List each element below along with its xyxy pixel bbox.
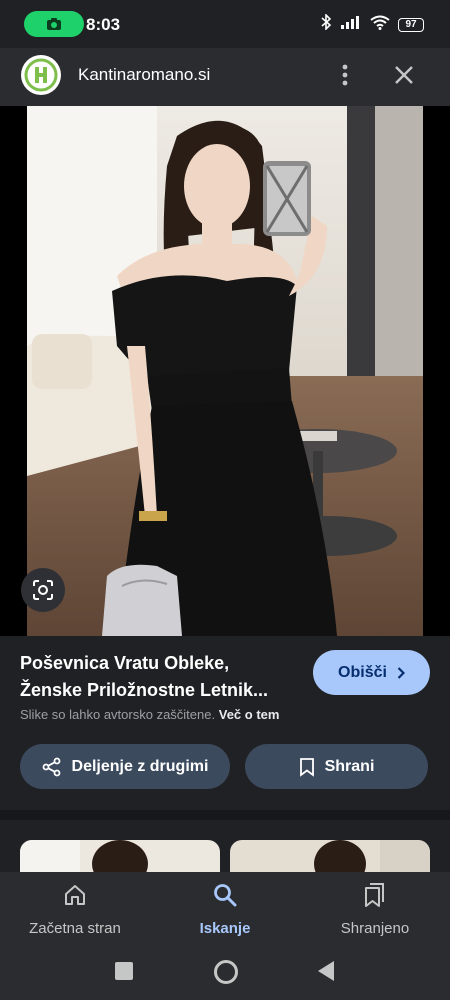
result-title-line-2: Ženske Priložnostne Letnik... [20,680,269,700]
back-icon[interactable] [316,960,336,982]
signal-icon [340,15,362,34]
nav-item-search[interactable]: Iskanje [150,880,300,940]
bottom-navigation: Začetna stran Iskanje Shranjeno [0,872,450,944]
search-icon [214,884,237,907]
system-navigation [0,944,450,1000]
related-results [0,820,450,872]
lens-search-button[interactable] [21,568,65,612]
bluetooth-icon [320,13,332,35]
home-icon [65,885,85,905]
status-time: 8:03 [86,15,121,34]
nav-item-saved[interactable]: Shranjeno [300,880,450,940]
close-icon[interactable] [390,61,418,89]
bookmark-icon [299,757,314,777]
visit-button[interactable]: Obišči [313,650,430,695]
image-viewer[interactable] [0,106,450,636]
wifi-icon [370,15,390,35]
nav-label-saved: Shranjeno [340,920,410,937]
copyright-text: Slike so lahko avtorsko zaščitene. [20,707,216,722]
save-button[interactable]: Shrani [245,744,428,789]
visit-label: Obišči [338,663,387,681]
result-title-line-1: Poševnica Vratu Obleke, [20,653,230,673]
learn-more-link[interactable]: Več o tem [219,707,280,722]
recents-icon[interactable] [115,962,133,980]
share-icon [42,757,60,776]
site-name[interactable]: Kantinaromano.si [78,65,210,85]
result-info: Poševnica Vratu Obleke, Ženske Priložnos… [0,636,450,810]
share-button[interactable]: Deljenje z drugimi [20,744,230,789]
product-photo[interactable] [27,106,423,636]
result-title[interactable]: Poševnica Vratu Obleke, Ženske Priložnos… [20,650,305,704]
chevron-right-icon [397,666,405,679]
nav-item-home[interactable]: Začetna stran [0,880,150,940]
camera-indicator-icon [24,11,84,37]
lens-icon [33,580,53,600]
saved-icon [365,883,384,907]
nav-label-home: Začetna stran [29,920,121,937]
related-thumbnail[interactable] [20,840,220,872]
battery-icon: 97 [398,17,424,32]
share-label: Deljenje z drugimi [71,757,209,775]
home-circle-icon[interactable] [214,960,238,984]
site-logo [21,55,61,95]
save-label: Shrani [324,757,375,775]
status-bar: 8:03 97 [0,0,450,48]
nav-label-search: Iskanje [199,920,251,937]
site-header: Kantinaromano.si [0,48,450,106]
more-options-icon[interactable] [332,61,358,89]
related-thumbnail[interactable] [230,840,430,872]
copyright-notice: Slike so lahko avtorsko zaščitene. Več o… [20,707,279,722]
section-divider [0,810,450,820]
